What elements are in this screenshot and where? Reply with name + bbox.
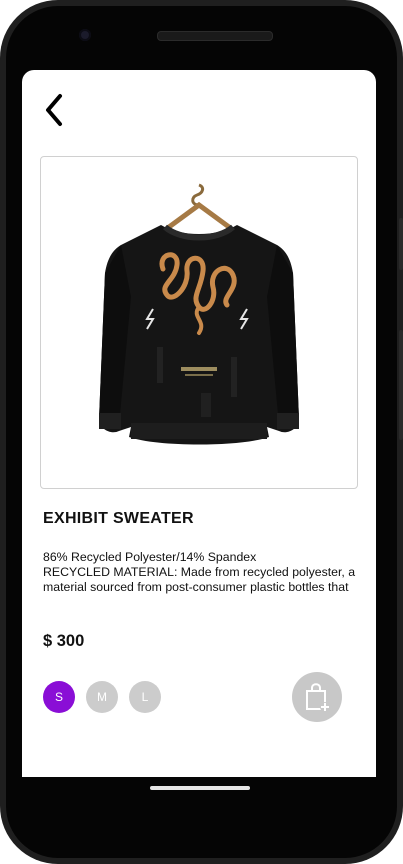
sweater-image	[99, 183, 299, 445]
front-camera	[79, 29, 91, 41]
size-option-l[interactable]: L	[129, 681, 161, 713]
chevron-left-icon	[46, 94, 62, 126]
volume-button	[399, 218, 403, 270]
product-image	[40, 156, 358, 489]
add-to-cart-button[interactable]	[292, 672, 342, 722]
product-description: 86% Recycled Polyester/14% Spandex RECYC…	[43, 550, 361, 595]
earpiece-speaker	[157, 31, 273, 41]
back-button[interactable]	[40, 92, 72, 128]
power-button	[399, 330, 403, 440]
description-material: 86% Recycled Polyester/14% Spandex	[43, 550, 257, 564]
size-option-m[interactable]: M	[86, 681, 118, 713]
app-screen: EXHIBIT SWEATER 86% Recycled Polyester/1…	[22, 70, 376, 777]
phone-frame: EXHIBIT SWEATER 86% Recycled Polyester/1…	[0, 0, 403, 864]
description-details: RECYCLED MATERIAL: Made from recycled po…	[43, 565, 356, 594]
shopping-bag-add-icon	[306, 683, 330, 712]
home-indicator[interactable]	[150, 786, 250, 790]
product-title: EXHIBIT SWEATER	[43, 510, 194, 527]
size-option-s[interactable]: S	[43, 681, 75, 713]
product-price: $ 300	[43, 632, 85, 650]
